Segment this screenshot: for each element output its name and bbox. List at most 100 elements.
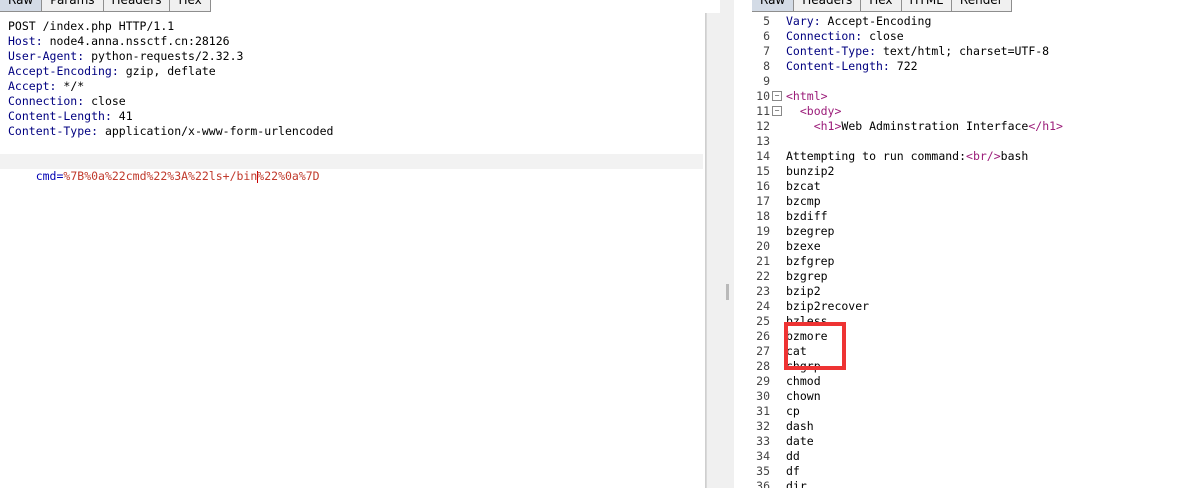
header-name: Accept-Encoding [8, 64, 112, 78]
response-tab-render[interactable]: Render [951, 0, 1012, 12]
response-text: bzip2recover [786, 299, 870, 313]
html-tag: <h1> [813, 119, 842, 133]
header-name: Accept [8, 79, 50, 93]
line-number: 24 [756, 299, 770, 313]
line-number: 25 [756, 314, 770, 328]
line-number: 21 [756, 254, 770, 268]
request-line: POST /index.php HTTP/1.1 [8, 19, 175, 33]
line-number: 20 [756, 239, 770, 253]
response-text [786, 119, 814, 133]
line-number: 5 [763, 14, 770, 28]
response-viewer[interactable]: 5 Vary: Accept-Encoding 6 Connection: close… [734, 13, 1177, 488]
response-tab-hex[interactable]: Hex [861, 0, 902, 12]
response-text: dash [786, 419, 814, 433]
response-text: dir [786, 479, 807, 488]
response-line: <body> [786, 104, 842, 119]
line-number: 18 [756, 209, 770, 223]
response-text: bzcat [786, 179, 821, 193]
response-line: bzegrep [786, 224, 834, 239]
fold-toggle-icon[interactable]: − [772, 91, 782, 101]
request-scrollbar[interactable] [706, 13, 720, 488]
response-line: date [786, 434, 814, 449]
response-line: <h1>Web Adminstration Interface</h1> [786, 119, 1063, 134]
header-name: Connection: [786, 29, 863, 43]
request-tab-headers[interactable]: Headers [103, 0, 171, 12]
response-text: bzegrep [786, 224, 835, 238]
response-line: bzcmp [786, 194, 821, 209]
header-value: python-requests/2.32.3 [84, 49, 244, 63]
response-line: bzfgrep [786, 254, 834, 269]
response-text: Web Adminstration Interface [841, 119, 1029, 133]
html-tag: </h1> [1028, 119, 1063, 133]
header-name: User-Agent [8, 49, 78, 63]
request-body[interactable]: cmd=%7B%0a%22cmd%22%3A%22ls+/bin%22%0a%7… [8, 154, 320, 183]
request-header-line: Content-Length: 41 [8, 109, 133, 123]
response-line: dir [786, 479, 807, 488]
request-header-line: Connection: close [8, 94, 126, 108]
header-name: Vary: [786, 14, 821, 28]
split-divider[interactable] [720, 0, 734, 488]
line-number: 36 [756, 479, 770, 488]
request-editor[interactable]: POST /index.php HTTP/1.1 Host: node4.ann… [0, 13, 706, 488]
response-line: chmod [786, 374, 821, 389]
line-number: 8 [763, 59, 770, 73]
html-tag: <html> [786, 89, 828, 103]
request-tab-raw[interactable]: Raw [0, 0, 43, 12]
response-line: dd [786, 449, 800, 464]
divider-grip-icon[interactable] [726, 284, 729, 300]
response-line: chown [786, 389, 821, 404]
response-text: dd [786, 449, 800, 463]
response-text: bzcmp [786, 194, 821, 208]
request-tab-params[interactable]: Params [42, 0, 104, 12]
line-number: 17 [756, 194, 770, 208]
response-text: 722 [889, 59, 918, 73]
response-line: bzcat [786, 179, 821, 194]
line-number: 22 [756, 269, 770, 283]
response-text: bzip2 [786, 284, 821, 298]
line-number: 23 [756, 284, 770, 298]
response-text: bzfgrep [786, 254, 835, 268]
line-number: 19 [756, 224, 770, 238]
line-number: 15 [756, 164, 770, 178]
response-text: date [786, 434, 814, 448]
response-tab-headers[interactable]: Headers [794, 0, 862, 12]
response-text: Attempting to run command: [786, 149, 967, 163]
header-name: Content-Type: [786, 44, 877, 58]
header-value: node4.anna.nssctf.cn:28126 [42, 34, 230, 48]
header-name: Host [8, 34, 36, 48]
request-header-line: Host: node4.anna.nssctf.cn:28126 [8, 34, 230, 48]
line-number: 32 [756, 419, 770, 433]
response-line: Content-Type: text/html; charset=UTF-8 [786, 44, 1049, 59]
header-value: gzip, deflate [118, 64, 216, 78]
response-text [786, 104, 800, 118]
response-text: Accept-Encoding [820, 14, 932, 28]
response-text: bash [1000, 149, 1029, 163]
line-number: 7 [763, 44, 770, 58]
response-tab-raw[interactable]: Raw [752, 0, 795, 12]
response-tab-html[interactable]: HTML [901, 0, 952, 12]
response-line: Attempting to run command:<br/>bash [786, 149, 1028, 164]
response-line: Content-Length: 722 [786, 59, 918, 74]
header-value: 41 [111, 109, 133, 123]
response-line: bzip2recover [786, 299, 869, 314]
header-name: Content-Type [8, 124, 92, 138]
header-value: application/x-www-form-urlencoded [98, 124, 334, 138]
line-number: 16 [756, 179, 770, 193]
html-tag: <br/> [966, 149, 1001, 163]
response-line: Vary: Accept-Encoding [786, 14, 931, 29]
line-number: 30 [756, 389, 770, 403]
line-number: 6 [763, 29, 770, 43]
response-text: bzexe [786, 239, 821, 253]
body-param-value-end: %22%0a%7D [257, 169, 320, 183]
response-tab-bar: Raw Headers Hex HTML Render [752, 0, 1012, 13]
line-number: 11 [756, 104, 770, 118]
line-number: 34 [756, 449, 770, 463]
header-name: Content-Length: [786, 59, 890, 73]
fold-toggle-icon[interactable]: − [772, 106, 782, 116]
header-value: */* [56, 79, 85, 93]
line-number: 27 [756, 344, 770, 358]
response-line: Connection: close [786, 29, 904, 44]
request-tab-hex[interactable]: Hex [170, 0, 211, 12]
line-number: 28 [756, 359, 770, 373]
line-number: 35 [756, 464, 770, 478]
